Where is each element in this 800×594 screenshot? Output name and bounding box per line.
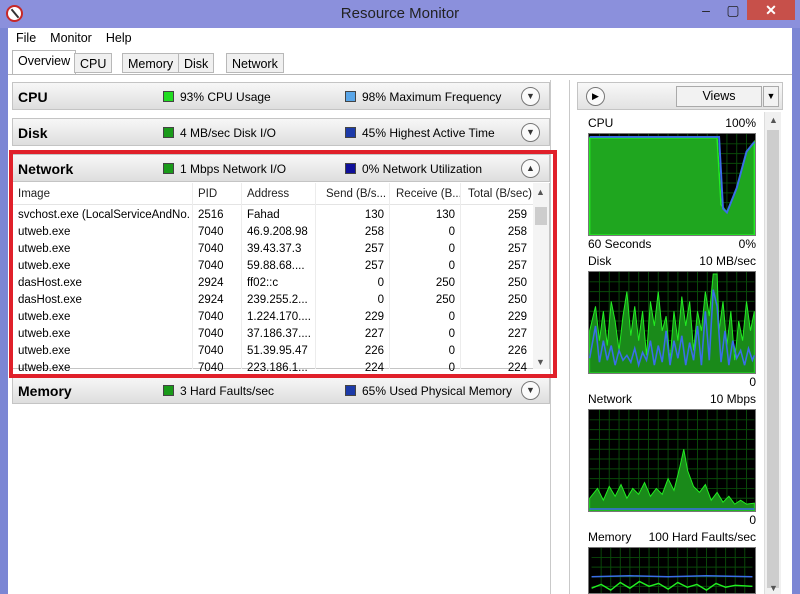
scroll-up-arrow-icon[interactable]: ▲ bbox=[769, 115, 778, 125]
menu-file[interactable]: File bbox=[8, 28, 42, 45]
network-io-area bbox=[589, 449, 755, 511]
cpu-graph bbox=[588, 133, 756, 236]
disk-io-swatch bbox=[163, 127, 174, 138]
hard-faults-swatch bbox=[163, 385, 174, 396]
cpu-usage-stat: 93% CPU Usage bbox=[180, 90, 271, 104]
menu-monitor[interactable]: Monitor bbox=[42, 28, 98, 45]
tab-disk[interactable]: Disk bbox=[178, 53, 215, 73]
memory-panel-header[interactable]: Memory 3 Hard Faults/sec 65% Used Physic… bbox=[12, 376, 550, 404]
physical-memory-swatch bbox=[345, 385, 356, 396]
tab-cpu[interactable]: CPU bbox=[74, 53, 113, 73]
collapse-pane-chevron-icon[interactable]: ▶ bbox=[586, 87, 605, 106]
disk-io-stat: 4 MB/sec Disk I/O bbox=[180, 126, 277, 140]
minimize-button[interactable]: – bbox=[693, 0, 719, 20]
cpu-graph-label: CPU bbox=[588, 116, 614, 130]
disk-graph-card: Disk 10 MB/sec 0 bbox=[583, 254, 758, 389]
disk-active-swatch bbox=[345, 127, 356, 138]
scroll-down-arrow-icon[interactable]: ▼ bbox=[769, 583, 778, 593]
network-graph-label: Network bbox=[588, 392, 633, 406]
graph-pane-scrollbar[interactable]: ▲ ▼ bbox=[764, 112, 781, 594]
cpu-expand-chevron-icon[interactable]: ▼ bbox=[521, 87, 540, 106]
cpu-graph-min: 0% bbox=[738, 237, 756, 251]
views-button[interactable]: Views bbox=[676, 86, 762, 107]
disk-panel-header[interactable]: Disk 4 MB/sec Disk I/O 45% Highest Activ… bbox=[12, 118, 550, 146]
tab-network[interactable]: Network bbox=[226, 53, 284, 73]
cpu-frequency-swatch bbox=[345, 91, 356, 102]
network-graph-card: Network 10 Mbps 0 bbox=[583, 392, 758, 527]
cpu-panel-title: CPU bbox=[18, 89, 48, 105]
scroll-thumb[interactable] bbox=[767, 130, 779, 588]
disk-expand-chevron-icon[interactable]: ▼ bbox=[521, 123, 540, 142]
cpu-graph-max: 100% bbox=[725, 116, 756, 130]
window-title: Resource Monitor bbox=[340, 5, 460, 22]
memory-graph-label: Memory bbox=[588, 530, 632, 544]
hard-faults-stat: 3 Hard Faults/sec bbox=[180, 384, 275, 398]
close-button[interactable]: ✕ bbox=[747, 0, 795, 20]
tab-bar: Overview CPU Memory Disk Network bbox=[8, 48, 792, 74]
cpu-frequency-stat: 98% Maximum Frequency bbox=[362, 90, 502, 104]
disk-graph-label: Disk bbox=[588, 254, 612, 268]
network-graph-min: 0 bbox=[749, 513, 756, 527]
network-panel-highlight-box bbox=[9, 150, 557, 378]
physical-memory-line bbox=[591, 575, 753, 578]
disk-panel-title: Disk bbox=[18, 125, 48, 141]
tab-memory[interactable]: Memory bbox=[122, 53, 180, 73]
memory-panel-title: Memory bbox=[18, 383, 72, 399]
maximize-button[interactable]: ▢ bbox=[720, 0, 746, 20]
disk-active-stat: 45% Highest Active Time bbox=[362, 126, 495, 140]
cpu-usage-area bbox=[589, 137, 755, 235]
views-dropdown-arrow-icon[interactable]: ▼ bbox=[763, 86, 779, 107]
menu-bar: File Monitor Help bbox=[8, 28, 792, 48]
disk-graph bbox=[588, 271, 756, 374]
memory-graph bbox=[588, 547, 756, 594]
memory-expand-chevron-icon[interactable]: ▼ bbox=[521, 381, 540, 400]
menu-help[interactable]: Help bbox=[98, 28, 138, 45]
network-graph bbox=[588, 409, 756, 512]
disk-graph-max: 10 MB/sec bbox=[699, 254, 756, 268]
title-bar: Resource Monitor – ▢ ✕ bbox=[0, 0, 800, 28]
graph-toolbar: ▶ Views ▼ bbox=[577, 82, 783, 110]
physical-memory-stat: 65% Used Physical Memory bbox=[362, 384, 513, 398]
cpu-graph-card: CPU 100% 60 Seconds 0% bbox=[583, 116, 758, 253]
cpu-usage-swatch bbox=[163, 91, 174, 102]
tab-overview[interactable]: Overview bbox=[12, 50, 77, 74]
network-graph-max: 10 Mbps bbox=[709, 392, 756, 406]
memory-graph-max: 100 Hard Faults/sec bbox=[648, 530, 756, 544]
memory-graph-card: Memory 100 Hard Faults/sec bbox=[583, 530, 758, 594]
cpu-panel-header[interactable]: CPU 93% CPU Usage 98% Maximum Frequency … bbox=[12, 82, 550, 110]
disk-graph-min: 0 bbox=[749, 375, 756, 389]
cpu-graph-time-span: 60 Seconds bbox=[588, 237, 652, 251]
